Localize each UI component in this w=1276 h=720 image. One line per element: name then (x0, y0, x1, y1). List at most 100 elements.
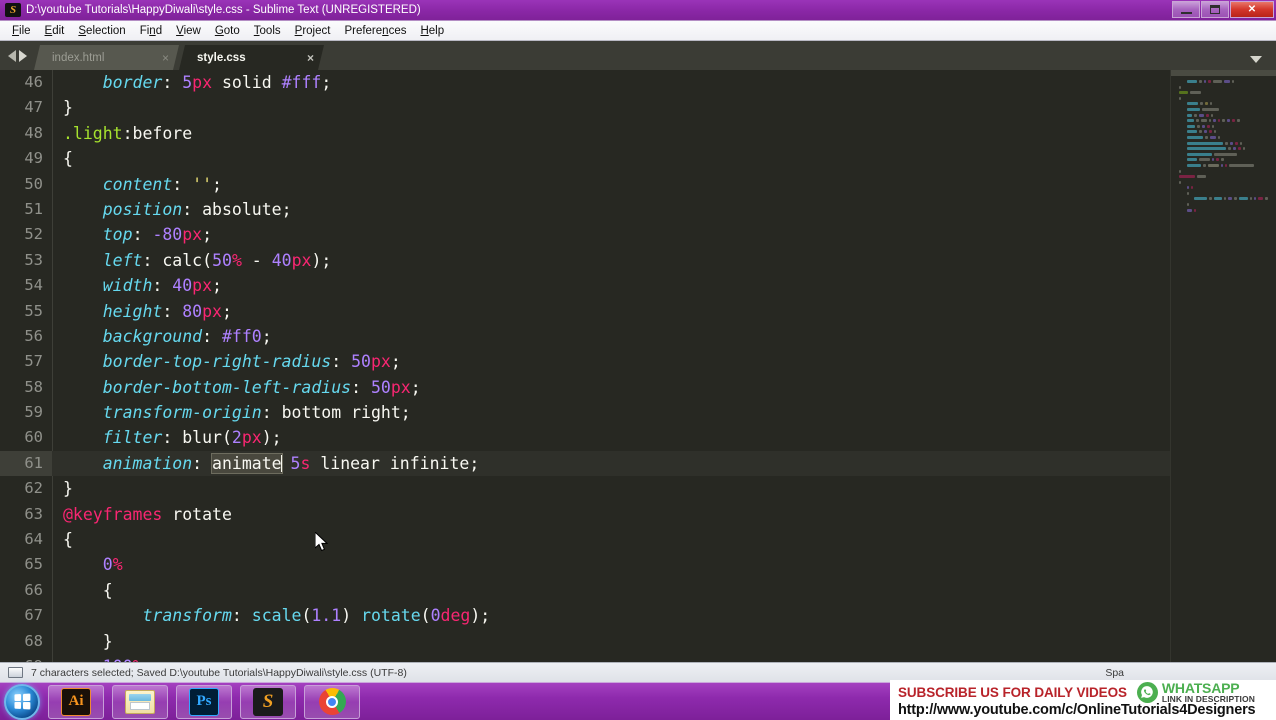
code-token: border (102, 73, 163, 92)
code-line[interactable]: 49 { (0, 146, 1180, 171)
code-text[interactable]: } (52, 629, 1180, 654)
chevron-down-icon[interactable] (1250, 56, 1262, 63)
code-token: : absolute; (182, 199, 292, 219)
code-text[interactable]: 0% (52, 552, 1180, 577)
menu-item-selection[interactable]: Selection (71, 23, 132, 39)
status-bar: 7 characters selected; Saved D:\youtube … (0, 662, 1276, 682)
menu-item-view[interactable]: View (169, 23, 208, 39)
menu-item-tools[interactable]: Tools (247, 23, 288, 39)
code-line[interactable]: 60 filter: blur(2px); (0, 425, 1180, 450)
code-text[interactable]: border-top-right-radius: 50px; (52, 349, 1180, 374)
code-token: animation (102, 453, 193, 473)
code-text[interactable]: height: 80px; (52, 299, 1180, 324)
code-line[interactable]: 52 top: -80px; (0, 222, 1180, 247)
code-token: ); (311, 250, 332, 270)
code-text[interactable]: { (52, 146, 1180, 171)
code-token: transform (142, 606, 232, 626)
menu-item-file[interactable]: File (5, 23, 38, 39)
maximize-button[interactable] (1201, 1, 1229, 18)
code-line[interactable]: 57 border-top-right-radius: 50px; (0, 349, 1180, 374)
status-message: 7 characters selected; Saved D:\youtube … (31, 666, 407, 679)
taskbar-item-file-explorer[interactable] (112, 684, 168, 719)
taskbar-item-chrome[interactable] (304, 684, 360, 719)
code-text[interactable]: filter: blur(2px); (52, 425, 1180, 450)
status-indentation[interactable]: Spa (1105, 667, 1124, 679)
code-line[interactable]: 56 background: #ff0; (0, 324, 1180, 349)
code-text[interactable]: content: ''; (52, 172, 1180, 197)
code-text[interactable]: } (52, 476, 1180, 501)
code-line[interactable]: 65 0% (0, 552, 1180, 577)
code-text[interactable]: { (52, 578, 1180, 603)
code-text[interactable]: animation: animate 5s linear infinite; (52, 450, 1180, 477)
code-line[interactable]: 48 .light:before (0, 121, 1180, 146)
line-number: 53 (24, 250, 43, 269)
code-line[interactable]: 47} (0, 95, 1180, 120)
panel-icon[interactable] (8, 667, 23, 678)
close-icon[interactable]: × (162, 51, 169, 65)
code-token: 40 (172, 276, 193, 296)
code-line[interactable]: 63 @keyframes rotate (0, 502, 1180, 527)
code-line[interactable]: 68 } (0, 629, 1180, 654)
taskbar-item-photoshop[interactable]: Ps (176, 684, 232, 719)
tab-style-css[interactable]: style.css × (179, 45, 324, 70)
code-lines[interactable]: 46 border: 5px solid #fff; 47} 48 .light:be… (0, 70, 1180, 662)
mouse-cursor-icon (315, 532, 329, 552)
nav-next-icon[interactable] (19, 49, 27, 62)
minimap[interactable] (1170, 70, 1276, 662)
code-text[interactable]: transform: scale(1.1) rotate(0deg); (52, 603, 1180, 628)
taskbar-item-illustrator[interactable]: Ai (48, 684, 104, 719)
sublime-text-icon: S (5, 3, 21, 17)
code-text[interactable]: border: 5px solid #fff; (52, 70, 1180, 95)
code-token: filter (102, 428, 163, 448)
code-text[interactable]: 100% (52, 654, 1180, 662)
close-button[interactable]: ✕ (1230, 1, 1274, 18)
code-line[interactable]: 62} (0, 476, 1180, 501)
code-text[interactable]: position: absolute; (52, 197, 1180, 222)
minimap-line (1179, 102, 1268, 106)
code-token: content (102, 174, 173, 194)
code-token: : (172, 174, 193, 194)
code-text[interactable]: left: calc(50% - 40px); (52, 248, 1180, 273)
minimize-button[interactable] (1172, 1, 1200, 18)
menu-item-edit[interactable]: Edit (38, 23, 72, 39)
menu-item-goto[interactable]: Goto (208, 23, 247, 39)
code-text[interactable]: border-bottom-left-radius: 50px; (52, 375, 1180, 400)
minimap-line (1179, 180, 1268, 184)
code-text[interactable]: top: -80px; (52, 222, 1180, 247)
code-text[interactable]: @keyframes rotate (52, 502, 1180, 527)
code-line[interactable]: 69 100% (0, 654, 1180, 662)
code-text[interactable]: } (52, 95, 1180, 120)
line-number: 56 (24, 326, 43, 345)
minimap-viewport (1171, 70, 1276, 76)
menu-item-project[interactable]: Project (288, 23, 338, 39)
minimap-line (1179, 96, 1268, 100)
code-line[interactable]: 61 animation: animate 5s linear infinite… (0, 450, 1180, 477)
code-text[interactable]: transform-origin: bottom right; (52, 400, 1180, 425)
code-editor[interactable]: 46 border: 5px solid #fff; 47} 48 .light:be… (0, 70, 1276, 662)
menu-item-help[interactable]: Help (413, 23, 451, 39)
code-line[interactable]: 59 transform-origin: bottom right; (0, 400, 1180, 425)
code-line[interactable]: 46 border: 5px solid #fff; (0, 70, 1180, 95)
code-line[interactable]: 51 position: absolute; (0, 197, 1180, 222)
nav-prev-icon[interactable] (8, 49, 16, 62)
code-line[interactable]: 58 border-bottom-left-radius: 50px; (0, 375, 1180, 400)
code-token: ; (212, 276, 222, 296)
code-line[interactable]: 53 left: calc(50% - 40px); (0, 248, 1180, 273)
code-text[interactable]: width: 40px; (52, 273, 1180, 298)
windows-start-orb-icon[interactable] (4, 683, 40, 720)
code-line[interactable]: 67 transform: scale(1.1) rotate(0deg); (0, 603, 1180, 628)
code-line[interactable]: 55 height: 80px; (0, 299, 1180, 324)
code-text[interactable]: .light:before (52, 121, 1180, 146)
tab-index-html[interactable]: index.html × (34, 45, 179, 70)
line-number: 54 (24, 276, 43, 295)
code-text[interactable]: background: #ff0; (52, 324, 1180, 349)
close-icon[interactable]: × (307, 51, 314, 65)
menu-item-find[interactable]: Find (133, 23, 169, 39)
code-line[interactable]: 66 { (0, 578, 1180, 603)
code-line[interactable]: 64 { (0, 527, 1180, 552)
menu-item-preferences[interactable]: Preferences (337, 23, 413, 39)
taskbar-item-sublime-text[interactable]: S (240, 684, 296, 719)
code-line[interactable]: 50 content: ''; (0, 172, 1180, 197)
code-text[interactable]: { (52, 527, 1180, 552)
code-line[interactable]: 54 width: 40px; (0, 273, 1180, 298)
